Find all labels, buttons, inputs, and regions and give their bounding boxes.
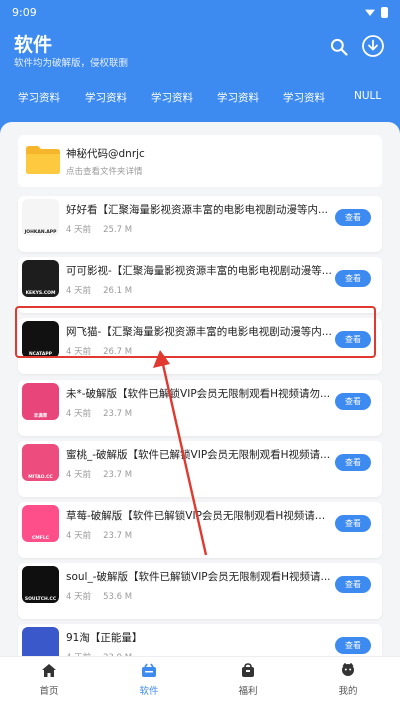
nav-welfare[interactable]: 福利 — [218, 663, 278, 697]
bottom-nav: 首页 软件 福利 我的 — [0, 656, 400, 708]
category-tab[interactable]: 学习资料 — [85, 90, 127, 105]
view-button[interactable]: 查看 — [335, 331, 371, 349]
nav-software[interactable]: 软件 — [119, 663, 179, 697]
app-card[interactable]: NCATAPP 网飞猫-【汇聚海量影视资源丰富的电影电视剧动漫等内... 4 天前 2… — [18, 318, 382, 375]
view-button[interactable]: 查看 — [335, 453, 371, 471]
wifi-icon — [365, 9, 375, 16]
view-button[interactable]: 查看 — [335, 637, 371, 655]
view-button[interactable]: 查看 — [335, 270, 371, 288]
folder-title: 神秘代码@dnrjc — [66, 148, 145, 160]
app-meta: 4 天前 23.7 M — [66, 407, 132, 419]
app-title: 91淘【正能量】 — [66, 632, 143, 645]
app-card[interactable]: SOULTCH.CC soul_-破解版【软件已解锁VIP会员无限制观看H视频请.… — [18, 563, 382, 620]
app-logo-text: KEKYS.COM — [25, 291, 56, 297]
page-title: 软件 — [14, 34, 53, 56]
battery-icon — [381, 6, 388, 18]
view-button[interactable]: 查看 — [335, 576, 371, 594]
app-title: 草莓-破解版【软件已解锁VIP会员无限制观看H视频请勿... — [66, 510, 332, 522]
nav-label: 软件 — [139, 686, 159, 697]
app-card[interactable]: KEKYS.COM 可可影视-【汇聚海量影视资源丰富的电影电视剧动漫等... 4 天… — [18, 257, 382, 314]
app-size: 23.7 M — [103, 531, 133, 541]
category-tab[interactable]: 学习资料 — [151, 90, 193, 105]
nav-label: 福利 — [238, 686, 258, 697]
category-tab[interactable]: 学习资料 — [217, 90, 259, 105]
home-icon — [42, 664, 56, 677]
app-age: 4 天前 — [66, 531, 92, 541]
app-age: 4 天前 — [66, 592, 92, 603]
app-title: 未*-破解版【软件已解锁VIP会员无限制观看H视频请勿... — [66, 387, 331, 400]
app-meta: 4 天前 25.7 M — [66, 223, 132, 235]
app-logo-icon: MITAO.CC — [22, 443, 59, 481]
app-meta: 4 天前 23.7 M — [66, 529, 132, 541]
app-meta: 4 天前 26.7 M — [66, 345, 132, 357]
app-age: 4 天前 — [66, 225, 92, 235]
app-logo-text: JOHKAN.APP — [24, 230, 57, 235]
app-title: 好好看【汇聚海量影视资源丰富的电影电视剧动漫等内... — [66, 204, 329, 216]
app-card[interactable]: 丰满草 未*-破解版【软件已解锁VIP会员无限制观看H视频请勿... 4 天前 23.… — [18, 379, 382, 436]
app-age: 4 天前 — [66, 408, 92, 419]
app-size: 26.1 M — [103, 286, 133, 297]
app-logo-text: SOULTCH.CC — [24, 597, 57, 603]
app-title: 蜜桃_-破解版【软件已解锁VIP会员无限制观看H视频请... — [66, 448, 331, 461]
app-logo-text: 丰满草 — [33, 413, 48, 419]
app-logo-icon: SOULTCH.CC — [22, 566, 59, 604]
view-button[interactable]: 查看 — [335, 392, 371, 410]
app-card[interactable]: JOHKAN.APP 好好看【汇聚海量影视资源丰富的电影电视剧动漫等内... 4 天… — [18, 196, 382, 252]
status-bar: 9:09 — [12, 4, 388, 20]
app-size: 23.7 M — [103, 408, 133, 419]
app-logo-text: MITAO.CC — [28, 474, 53, 480]
app-meta: 4 天前 53.6 M — [66, 590, 132, 602]
software-icon — [142, 663, 156, 677]
nav-label: 我的 — [338, 686, 358, 697]
app-logo-text: CMFLC — [31, 536, 50, 541]
app-logo-icon: 丰满草 — [22, 382, 59, 420]
app-age: 4 天前 — [66, 347, 92, 358]
app-title: soul_-破解版【软件已解锁VIP会员无限制观看H视频请... — [66, 571, 331, 584]
app-card[interactable]: MITAO.CC 蜜桃_-破解版【软件已解锁VIP会员无限制观看H视频请... 4 … — [18, 440, 382, 497]
page-subtitle: 软件均为破解版，侵权联删 — [14, 58, 129, 69]
profile-icon — [342, 663, 354, 676]
search-icon[interactable] — [329, 37, 349, 57]
app-logo-icon: KEKYS.COM — [22, 260, 59, 298]
folder-subtitle: 点击查看文件夹详情 — [66, 167, 143, 177]
app-size: 26.7 M — [103, 347, 133, 358]
view-button[interactable]: 查看 — [335, 515, 371, 532]
app-title: 网飞猫-【汇聚海量影视资源丰富的电影电视剧动漫等内... — [66, 326, 332, 339]
category-tab[interactable]: 学习资料 — [283, 90, 325, 105]
app-age: 4 天前 — [66, 286, 92, 297]
app-meta: 4 天前 26.1 M — [66, 284, 132, 296]
app-age: 4 天前 — [66, 469, 92, 480]
app-meta: 4 天前 23.7 M — [66, 468, 132, 480]
download-icon[interactable] — [361, 34, 385, 58]
nav-profile[interactable]: 我的 — [318, 663, 378, 697]
status-time: 9:09 — [12, 5, 37, 19]
app-logo-icon: JOHKAN.APP — [22, 199, 59, 236]
app-card[interactable]: CMFLC 草莓-破解版【软件已解锁VIP会员无限制观看H视频请勿... 4 天前 2… — [18, 502, 382, 558]
app-logo-text: NCATAPP — [28, 352, 52, 358]
folder-card[interactable]: 神秘代码@dnrjc 点击查看文件夹详情 — [18, 135, 382, 187]
category-tab[interactable]: 学习资料 — [18, 90, 60, 105]
gift-icon — [242, 663, 254, 677]
category-tab[interactable]: NULL — [354, 90, 381, 102]
app-size: 23.7 M — [103, 469, 133, 480]
nav-label: 首页 — [39, 686, 59, 697]
view-button[interactable]: 查看 — [335, 209, 371, 226]
category-bar: 学习资料 学习资料 学习资料 学习资料 学习资料 NULL — [0, 90, 400, 104]
app-logo-icon: CMFLC — [22, 505, 59, 542]
nav-home[interactable]: 首页 — [19, 663, 79, 697]
app-size: 53.6 M — [103, 592, 133, 603]
app-size: 25.7 M — [103, 225, 133, 235]
app-title: 可可影视-【汇聚海量影视资源丰富的电影电视剧动漫等... — [66, 265, 332, 278]
folder-icon — [26, 146, 60, 174]
app-logo-icon: NCATAPP — [22, 321, 59, 359]
